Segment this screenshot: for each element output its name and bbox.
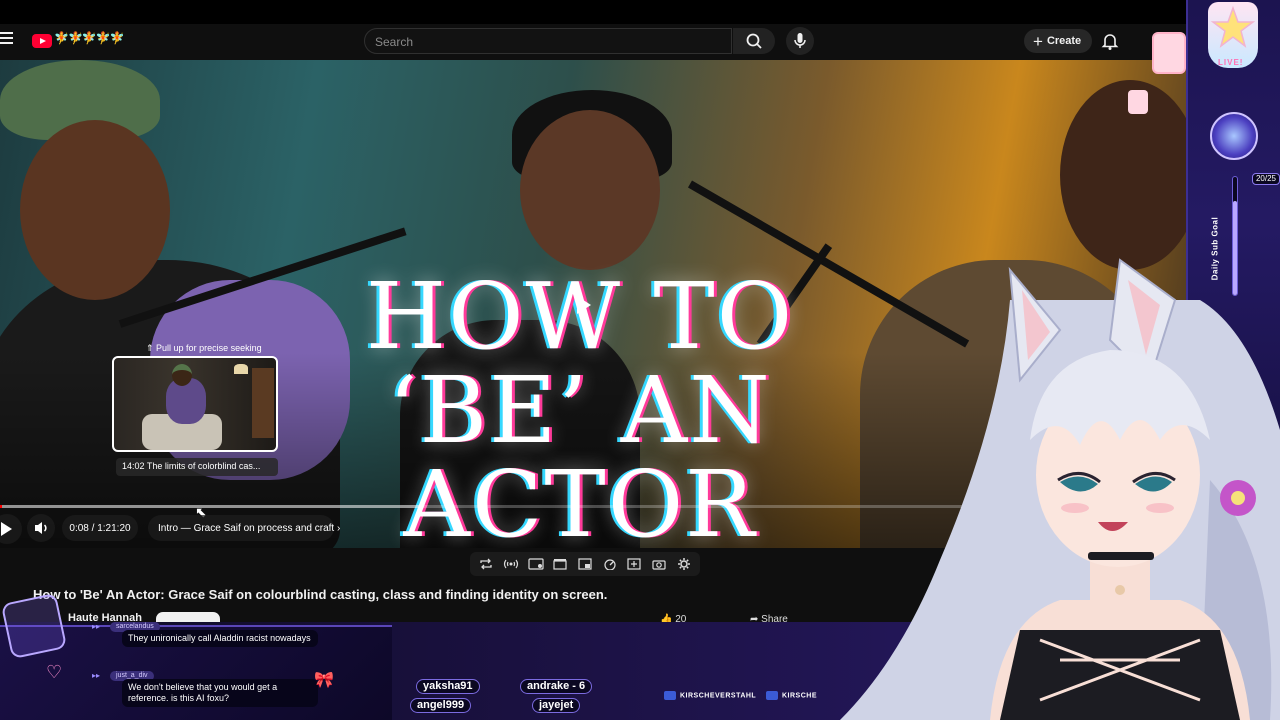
- chevrons-icon: ▸▸: [92, 622, 101, 631]
- sub-goal-fill: [1233, 200, 1237, 295]
- create-button[interactable]: + Create: [1024, 29, 1092, 53]
- video-player[interactable]: HOW TO ‘BE’ AN ACTOR ⇑ Pull up for preci…: [0, 60, 1190, 548]
- preview-person-head: [172, 364, 192, 386]
- search-icon: [746, 33, 762, 49]
- center-play-icon[interactable]: [566, 288, 600, 322]
- menu-button[interactable]: [0, 32, 16, 48]
- preview-chapter-label: 14:02 The limits of colorblind cas...: [116, 458, 278, 476]
- bell-icon: [1101, 34, 1119, 50]
- video-title: How to 'Be' An Actor: Grace Saif on colo…: [33, 587, 608, 602]
- hamburger-line: [0, 37, 13, 39]
- chat-text: They unironically call Aladdin racist no…: [122, 630, 318, 647]
- chat-bubble-icon: [766, 691, 778, 700]
- picture-in-picture-icon[interactable]: [576, 556, 594, 572]
- butterfly-orb-icon: [1210, 112, 1258, 160]
- hamburger-line: [0, 42, 13, 44]
- progress-buffered: [0, 505, 420, 508]
- recent-supporter: angel999: [410, 698, 472, 713]
- plus-icon: +: [1033, 31, 1043, 51]
- recent-supporter: yaksha91: [416, 679, 480, 694]
- bow-icon: 🎀: [314, 672, 334, 689]
- chat-text: We don't believe that you would get a re…: [122, 679, 318, 707]
- social-handle-label: KIRSCHE: [782, 692, 818, 700]
- logo-doodle[interactable]: 🧚🧚🧚🧚🧚: [54, 31, 125, 45]
- top-strip: [0, 0, 1280, 24]
- heart-icon: ♡: [46, 662, 63, 682]
- overlay-title-line: ‘BE’ AN: [388, 357, 772, 464]
- recent-supporter: andrake - 6: [520, 679, 593, 694]
- live-label: LIVE!: [1218, 58, 1244, 67]
- paper-lantern-icon: [1152, 32, 1186, 74]
- preview-shelf: [252, 368, 274, 438]
- progress-bar[interactable]: [0, 505, 1190, 508]
- recent-supporter: jayejet: [532, 698, 581, 713]
- progress-played: [0, 505, 2, 508]
- sub-goal-bar: [1232, 176, 1238, 296]
- settings-list-icon[interactable]: [527, 556, 545, 572]
- social-handle: KIRSCHE: [766, 691, 817, 700]
- search-box: [364, 28, 732, 55]
- star-icon: [1210, 5, 1256, 48]
- sub-goal-count: 20/25: [1252, 173, 1280, 185]
- loop-icon[interactable]: [477, 556, 495, 572]
- speed-gauge-icon[interactable]: [601, 556, 619, 572]
- preview-lamp: [234, 364, 248, 374]
- chat-gift-icon: [0, 592, 68, 660]
- youtube-logo-icon[interactable]: [32, 34, 52, 48]
- paper-lantern-icon: [1128, 90, 1148, 114]
- overlay-title-line: ACTOR: [403, 451, 757, 549]
- extension-toolbar: [470, 552, 700, 576]
- sparkle-icon: ✦: [1192, 352, 1238, 398]
- gear-icon[interactable]: [675, 556, 693, 572]
- add-screen-icon[interactable]: [625, 556, 643, 572]
- social-handle-label: KIRSCHEVERSTAHL: [680, 692, 757, 700]
- camera-icon[interactable]: [650, 556, 668, 572]
- sub-goal-label: Daily Sub Goal: [1210, 216, 1220, 281]
- chevrons-icon: ▸▸: [92, 671, 101, 680]
- time-display: 0:08 / 1:21:20: [62, 515, 138, 541]
- seek-preview-thumbnail: [112, 356, 278, 452]
- audio-waves-icon[interactable]: [502, 556, 520, 572]
- speaker-icon: [35, 522, 47, 534]
- social-handle: KIRSCHEVERSTAHL: [664, 691, 756, 700]
- search-button[interactable]: [733, 28, 775, 54]
- seek-hint: ⇑ Pull up for precise seeking: [146, 343, 262, 353]
- volume-button[interactable]: [27, 514, 55, 542]
- twitter-icon: [664, 691, 676, 700]
- notifications-button[interactable]: [1098, 29, 1122, 53]
- chapter-button[interactable]: Intro — Grace Saif on process and craft …: [148, 515, 340, 541]
- create-label: Create: [1046, 35, 1082, 47]
- voice-search-button[interactable]: [786, 27, 814, 55]
- masthead: 🧚🧚🧚🧚🧚 + Create: [0, 0, 1280, 60]
- hamburger-line: [0, 32, 13, 34]
- microphone-icon: [794, 33, 806, 48]
- clapperboard-icon[interactable]: [551, 556, 569, 572]
- search-input[interactable]: [365, 29, 731, 55]
